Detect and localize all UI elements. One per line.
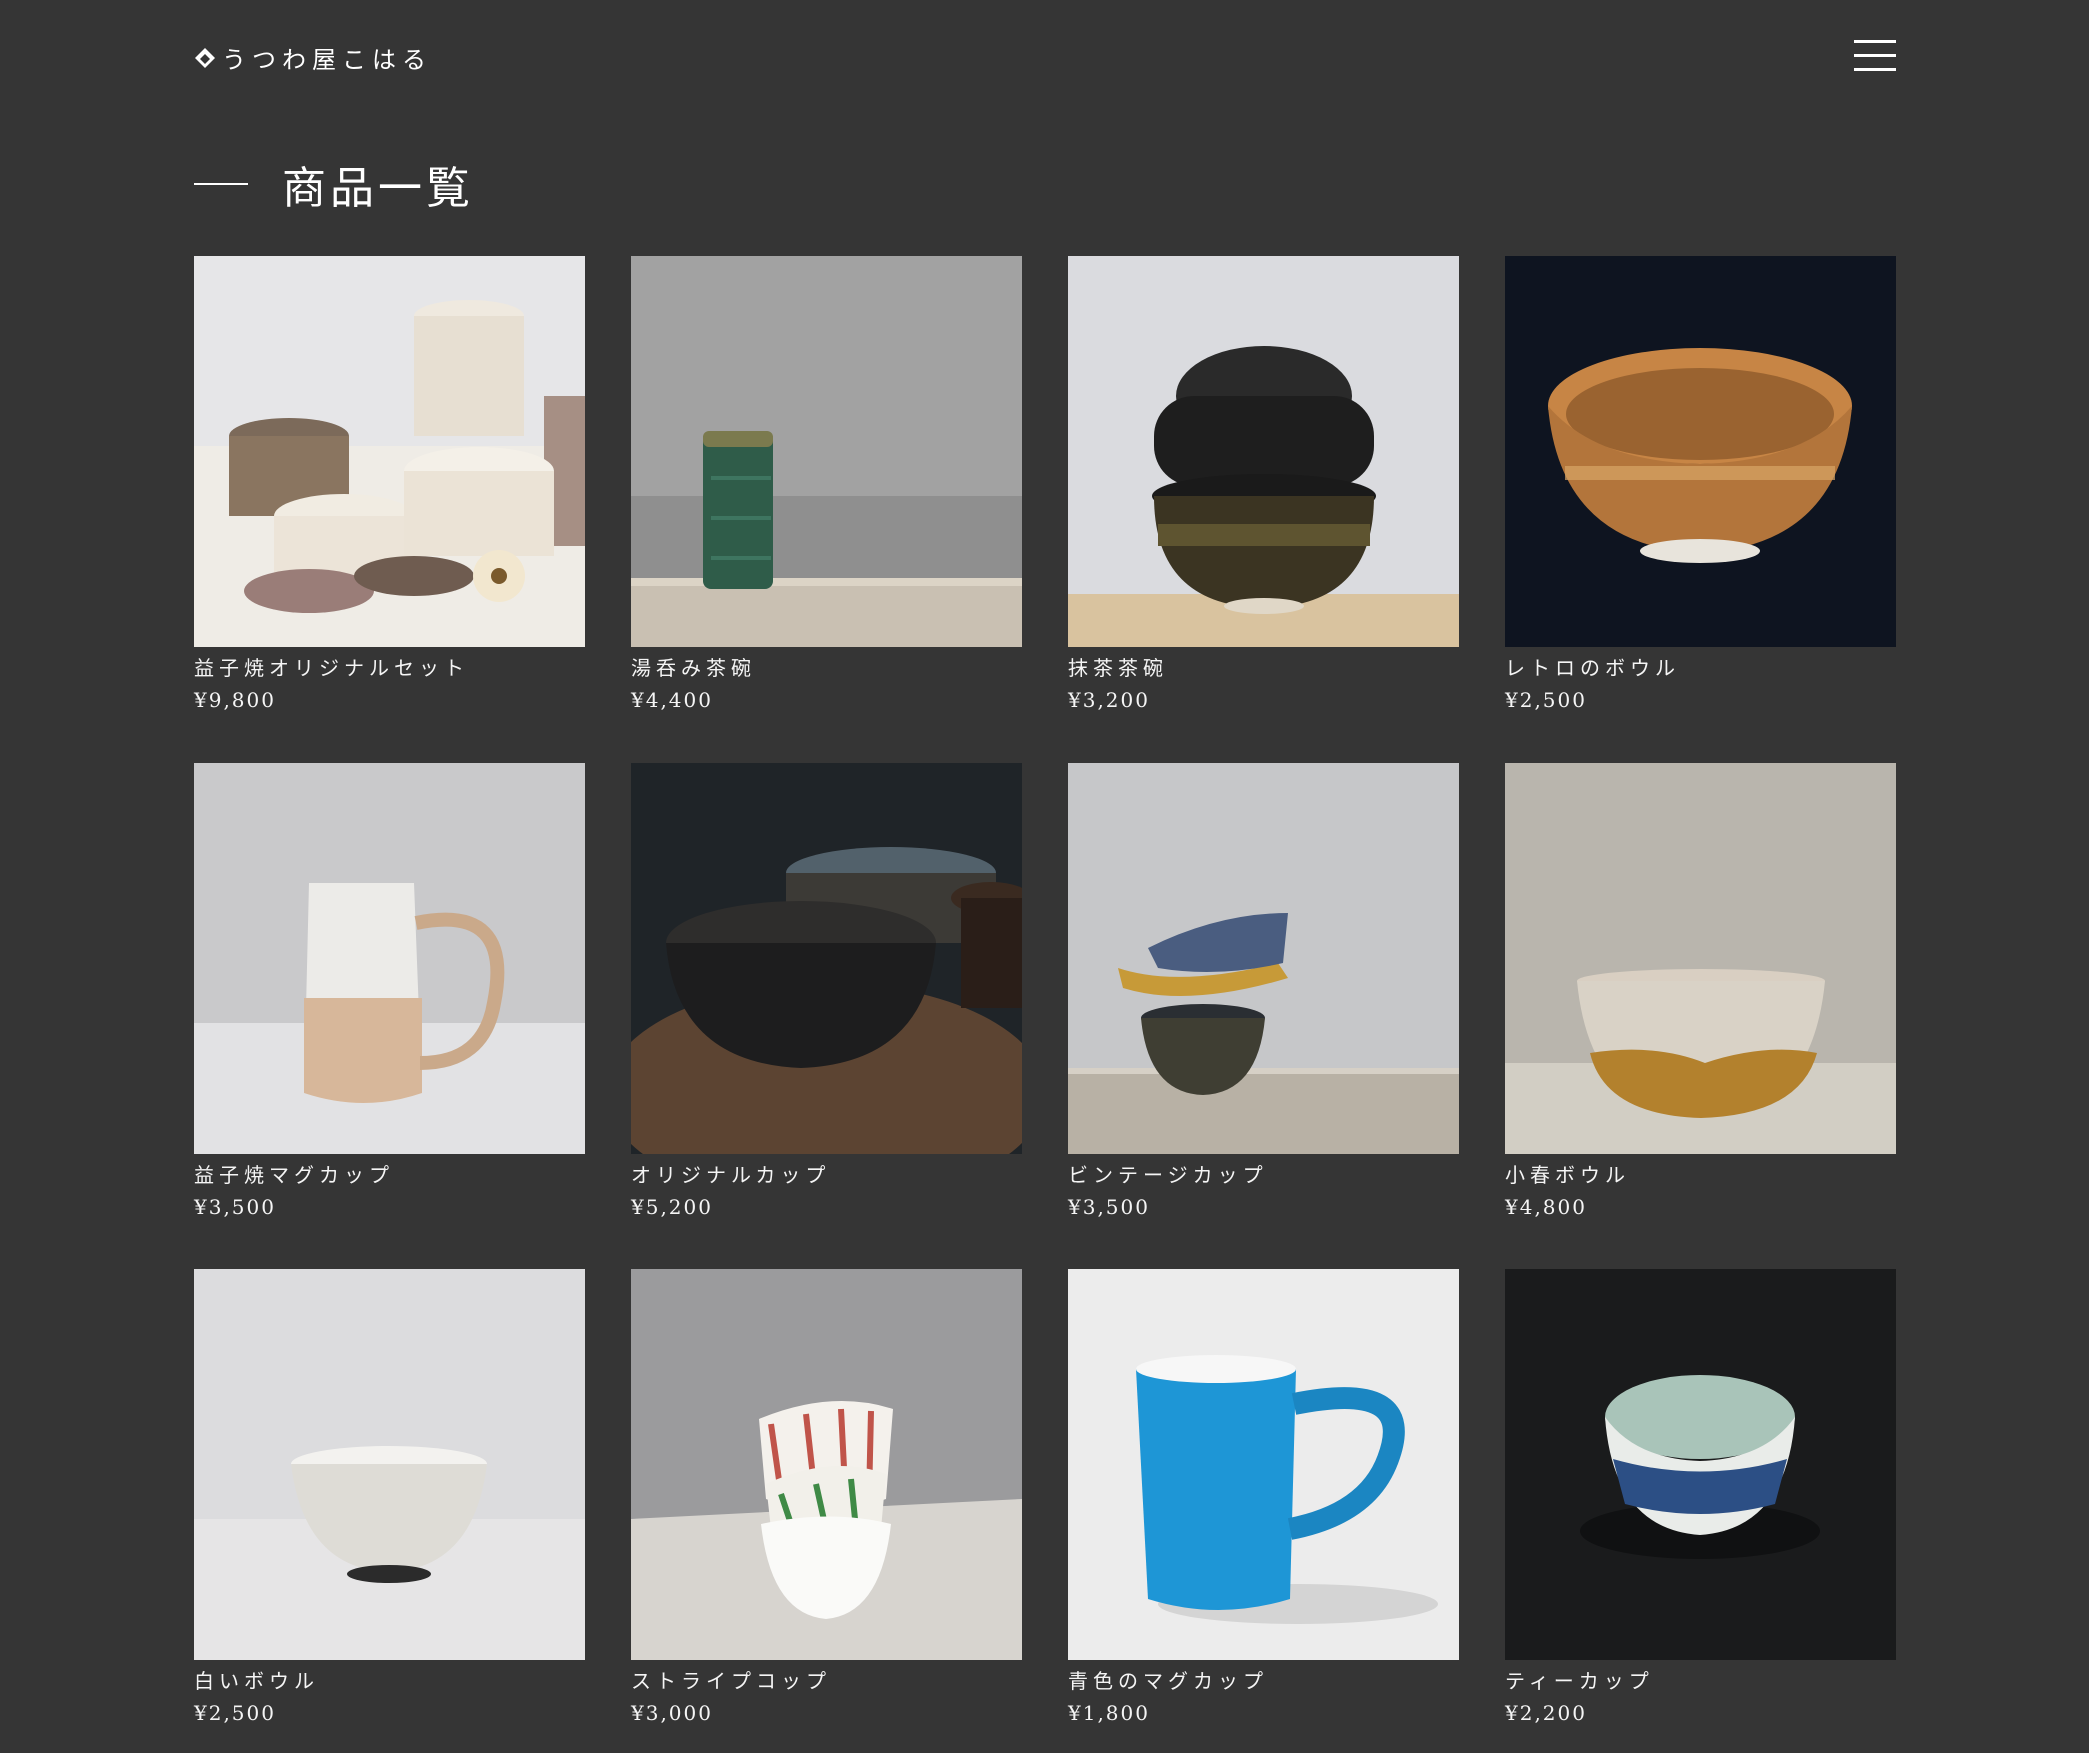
- site-logo[interactable]: うつわ屋こはる: [194, 40, 432, 75]
- product-name[interactable]: 湯呑み茶碗: [631, 655, 1022, 681]
- product-card[interactable]: 湯呑み茶碗 ¥4,400: [631, 256, 1022, 713]
- product-price: ¥3,500: [194, 1195, 276, 1219]
- product-image[interactable]: [1505, 256, 1896, 647]
- product-price: ¥2,500: [1505, 688, 1587, 712]
- product-price: ¥3,500: [1068, 1195, 1150, 1219]
- product-image[interactable]: [631, 256, 1022, 647]
- product-card[interactable]: 益子焼マグカップ ¥3,500: [194, 763, 585, 1220]
- diamond-logo-icon: [195, 47, 215, 68]
- product-image[interactable]: [1505, 1269, 1896, 1660]
- product-price: ¥9,800: [194, 688, 276, 712]
- product-name[interactable]: レトロのボウル: [1505, 655, 1896, 681]
- hamburger-menu-icon[interactable]: [1854, 40, 1896, 72]
- product-image[interactable]: [194, 763, 585, 1154]
- product-name[interactable]: 益子焼オリジナルセット: [194, 655, 585, 681]
- heading-divider: [194, 183, 248, 185]
- product-name[interactable]: 青色のマグカップ: [1068, 1668, 1459, 1694]
- product-price: ¥4,400: [631, 688, 713, 712]
- product-card[interactable]: 抹茶茶碗 ¥3,200: [1068, 256, 1459, 713]
- product-price: ¥3,200: [1068, 688, 1150, 712]
- product-price: ¥2,200: [1505, 1701, 1587, 1725]
- product-card[interactable]: オリジナルカップ ¥5,200: [631, 763, 1022, 1220]
- product-name[interactable]: ストライプコップ: [631, 1668, 1022, 1694]
- product-price: ¥2,500: [194, 1701, 276, 1725]
- product-card[interactable]: 小春ボウル ¥4,800: [1505, 763, 1896, 1220]
- product-name[interactable]: ビンテージカップ: [1068, 1162, 1459, 1188]
- product-price: ¥1,800: [1068, 1701, 1150, 1725]
- product-image[interactable]: [1068, 256, 1459, 647]
- page-heading: 商品一覧: [194, 152, 474, 216]
- product-card[interactable]: レトロのボウル ¥2,500: [1505, 256, 1896, 713]
- site-header: うつわ屋こはる: [194, 36, 1896, 78]
- product-card[interactable]: ビンテージカップ ¥3,500: [1068, 763, 1459, 1220]
- product-image[interactable]: [194, 256, 585, 647]
- logo-text: うつわ屋こはる: [222, 46, 432, 74]
- product-name[interactable]: 白いボウル: [194, 1668, 585, 1694]
- product-card[interactable]: ティーカップ ¥2,200: [1505, 1269, 1896, 1726]
- product-name[interactable]: 抹茶茶碗: [1068, 655, 1459, 681]
- product-image[interactable]: [1068, 1269, 1459, 1660]
- product-price: ¥3,000: [631, 1701, 713, 1725]
- product-image[interactable]: [194, 1269, 585, 1660]
- product-image[interactable]: [1068, 763, 1459, 1154]
- product-card[interactable]: 白いボウル ¥2,500: [194, 1269, 585, 1726]
- product-name[interactable]: ティーカップ: [1505, 1668, 1896, 1694]
- product-card[interactable]: 青色のマグカップ ¥1,800: [1068, 1269, 1459, 1726]
- product-card[interactable]: ストライプコップ ¥3,000: [631, 1269, 1022, 1726]
- product-card[interactable]: 益子焼オリジナルセット ¥9,800: [194, 256, 585, 713]
- product-name[interactable]: オリジナルカップ: [631, 1162, 1022, 1188]
- product-name[interactable]: 小春ボウル: [1505, 1162, 1896, 1188]
- product-image[interactable]: [631, 763, 1022, 1154]
- product-image[interactable]: [1505, 763, 1896, 1154]
- page-title: 商品一覧: [282, 163, 474, 214]
- product-price: ¥4,800: [1505, 1195, 1587, 1219]
- product-price: ¥5,200: [631, 1195, 713, 1219]
- product-image[interactable]: [631, 1269, 1022, 1660]
- product-name[interactable]: 益子焼マグカップ: [194, 1162, 585, 1188]
